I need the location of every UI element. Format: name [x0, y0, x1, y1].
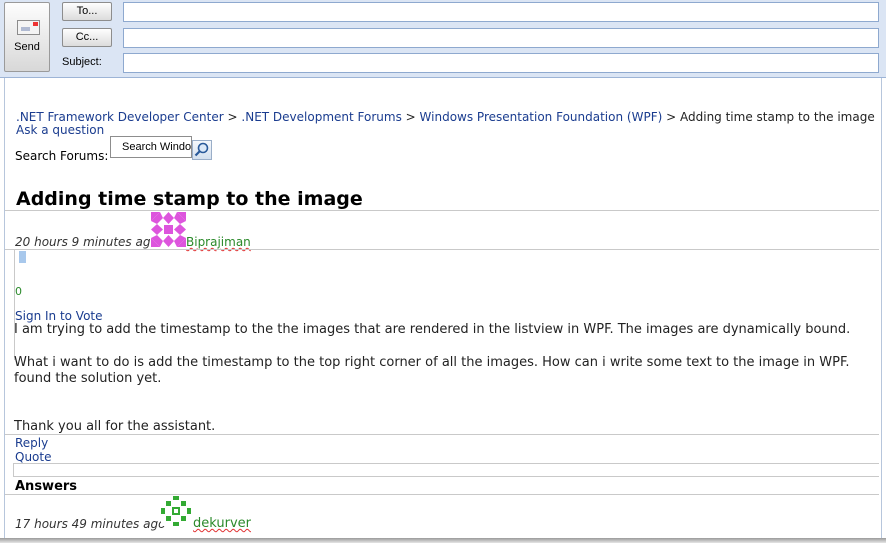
cc-button[interactable]: Cc...: [62, 28, 112, 47]
subject-field[interactable]: [123, 53, 879, 73]
divider: [5, 494, 879, 495]
send-label: Send: [14, 41, 40, 53]
search-button[interactable]: [192, 140, 212, 160]
breadcrumb-separator: >: [405, 110, 416, 124]
sign-in-to-vote-link[interactable]: Sign In to Vote: [15, 309, 103, 323]
breadcrumb-separator: >: [666, 110, 677, 124]
answers-separator-box: [13, 463, 879, 477]
answer-author-link[interactable]: dekurver: [193, 516, 251, 531]
post-paragraph: found the solution yet.: [14, 371, 162, 386]
search-label: Search Forums:: [15, 149, 109, 163]
to-field[interactable]: [123, 2, 879, 22]
divider: [5, 249, 879, 250]
subject-label: Subject:: [62, 56, 102, 68]
divider: [5, 434, 879, 435]
answers-heading: Answers: [15, 479, 78, 494]
search-input[interactable]: Search Windo: [110, 136, 192, 158]
search-icon: [194, 142, 209, 157]
breadcrumb-current: Adding time stamp to the image: [680, 110, 875, 124]
envelope-icon: [17, 20, 40, 35]
body-scroll-edge: [881, 78, 882, 540]
ask-question-link[interactable]: Ask a question: [16, 123, 104, 137]
message-body[interactable]: .NET Framework Developer Center > .NET D…: [4, 78, 882, 540]
answer-timestamp: 17 hours 49 minutes ago: [15, 517, 166, 531]
compose-header: Send To... Cc... Subject:: [0, 0, 886, 78]
vote-count: 0: [15, 285, 22, 298]
breadcrumb-item-development-forums[interactable]: .NET Development Forums: [241, 110, 401, 124]
post-author-link[interactable]: Biprajiman: [186, 235, 251, 249]
breadcrumb-item-wpf[interactable]: Windows Presentation Foundation (WPF): [420, 110, 663, 124]
post-paragraph: What i want to do is add the timestamp t…: [14, 355, 850, 370]
post-timestamp: 20 hours 9 minutes ago: [15, 235, 158, 249]
avatar: [151, 212, 186, 247]
send-button[interactable]: Send: [4, 2, 50, 72]
breadcrumb-separator: >: [227, 110, 238, 124]
divider: [5, 210, 879, 211]
vote-column: [14, 250, 15, 360]
breadcrumb: .NET Framework Developer Center > .NET D…: [16, 110, 875, 124]
to-button[interactable]: To...: [62, 2, 112, 21]
post-paragraph: I am trying to add the timestamp to the …: [14, 322, 851, 337]
reply-link[interactable]: Reply: [15, 436, 48, 450]
window-bottom-edge: [0, 538, 886, 543]
quote-link[interactable]: Quote: [15, 450, 51, 464]
avatar: [161, 496, 191, 526]
breadcrumb-item-developer-center[interactable]: .NET Framework Developer Center: [16, 110, 224, 124]
cc-field[interactable]: [123, 28, 879, 48]
thread-title: Adding time stamp to the image: [16, 188, 363, 210]
vote-up-icon[interactable]: [19, 251, 26, 263]
post-paragraph: Thank you all for the assistant.: [14, 419, 216, 434]
